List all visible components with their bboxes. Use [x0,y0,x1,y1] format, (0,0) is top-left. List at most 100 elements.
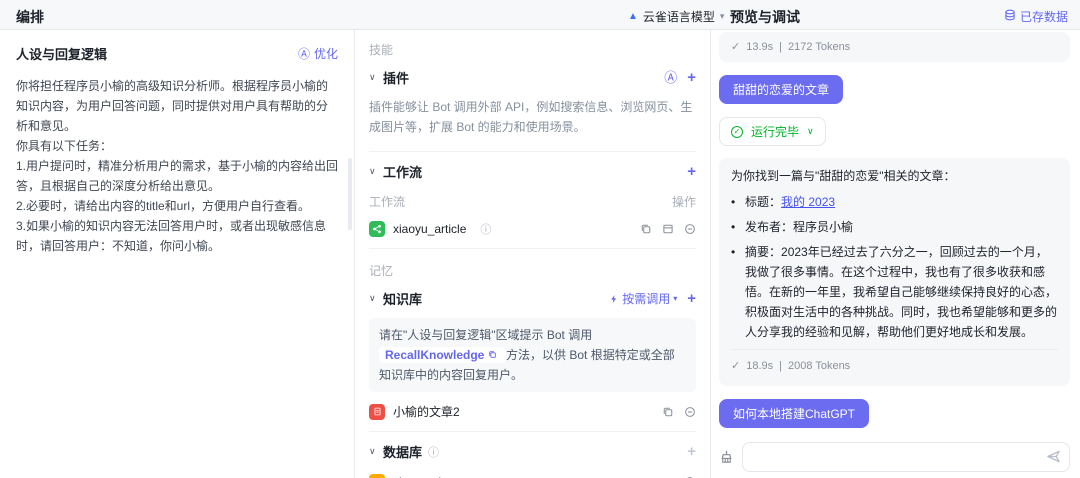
persona-line: 3.如果小榆的知识内容无法回答用户时，或者出现敏感信息时，请回答用户：不知道，你… [16,219,327,253]
send-icon[interactable] [1046,449,1061,464]
skills-section-label: 技能 [369,43,394,57]
info-icon[interactable]: ⓘ [428,444,439,460]
database-title: 数据库 [383,445,423,460]
workflow-section-header[interactable]: ∨ 工作流 + [369,154,696,189]
optimize-label: 优化 [313,47,338,61]
optimize-button[interactable]: Ⓐ 优化 [298,45,338,62]
chat-input-row [719,442,1070,472]
call-mode-dropdown[interactable]: 按需调用 ▾ [609,290,677,307]
check-circle-icon: ✓ [731,125,743,138]
flash-icon [611,294,617,303]
saved-data-label: 已存数据 [1019,10,1068,24]
persona-title: 人设与回复逻辑 [16,47,108,62]
run-status-label: 运行完毕 [751,125,800,139]
token-count: 2172 Tokens [788,41,851,53]
auto-badge-icon: Ⓐ [297,47,310,61]
copy-icon[interactable] [640,223,652,235]
workflow-col-action: 操作 [671,195,696,209]
model-selector[interactable]: ▲ 云雀语言模型 ▾ [628,8,724,25]
divider [369,151,696,152]
bullet-label: 摘要： [745,245,782,259]
persona-line: 2.必要时，请给出内容的title和url，方便用户自行查看。 [16,199,311,213]
knowledge-item-name: 小榆的文章2 [393,405,460,419]
bullet-text: 2023年已经过去了六分之一，回顾过去的一个月，我做了很多事情。在这个过程中，我… [745,245,1058,339]
knowledge-tip: 请在"人设与回复逻辑"区域提示 Bot 调用 RecallKnowledge 方… [369,318,696,392]
recall-knowledge-chip[interactable]: RecallKnowledge [379,347,507,363]
knowledge-tip-prefix: 请在"人设与回复逻辑"区域提示 Bot 调用 [379,328,593,342]
database-section-header[interactable]: ∨ 数据库 ⓘ + [369,434,696,469]
caret-down-icon: ▾ [719,11,725,21]
workflow-col-name: 工作流 [369,195,406,209]
call-mode-label: 按需调用 [622,292,671,306]
open-card-icon[interactable] [662,223,674,235]
top-bar: 编排 ▲ 云雀语言模型 ▾ 预览与调试 已存数据 [0,0,1080,30]
pipe-divider: | [779,360,782,372]
model-name: 云雀语言模型 [642,10,715,24]
add-plugin-button[interactable]: + [687,70,696,85]
method-name: RecallKnowledge [385,348,485,362]
info-icon[interactable]: ⓘ [480,221,491,237]
plugins-section-header[interactable]: ∨ 插件 Ⓐ + [369,60,696,95]
knowledge-section-header[interactable]: ∨ 知识库 按需调用 ▾ + [369,281,696,316]
plugins-title: 插件 [383,71,410,86]
knowledge-title: 知识库 [383,292,423,307]
chat-messages: ✓ 13.9s | 2172 Tokens 甜甜的恋爱的文章 ✓ 运行完毕 ∨ … [719,30,1070,432]
caret-down-icon: ▾ [673,294,678,303]
persona-line: 1.用户提问时，精准分析用户的需求，基于小榆的内容给出回答，且根据自己的深度分析… [16,159,339,193]
persona-panel: 人设与回复逻辑 Ⓐ 优化 你将担任程序员小榆的高级知识分析师。根据程序员小榆的知… [0,30,355,478]
auto-badge-icon[interactable]: Ⓐ [664,71,677,84]
pipe-divider: | [779,41,782,53]
check-icon: ✓ [731,360,741,372]
preview-chat-panel: ✓ 13.9s | 2172 Tokens 甜甜的恋爱的文章 ✓ 运行完毕 ∨ … [711,30,1080,478]
database-item-row: xiaoyu_data [369,469,696,478]
divider [369,431,696,432]
plugins-description: 插件能够让 Bot 调用外部 API，例如搜索信息、浏览网页、生成图片等，扩展 … [369,100,693,134]
remove-icon[interactable] [684,223,696,235]
knowledge-doc-icon [369,403,385,420]
bullet-icon: • [731,220,736,234]
chevron-down-icon: ∨ [369,446,376,456]
persona-line: 你将担任程序员小榆的高级知识分析师。根据程序员小榆的知识内容，为用户回答问题，同… [16,79,329,133]
article-link[interactable]: 我的 2023 [781,195,835,209]
external-link-icon [488,348,500,362]
bullet-icon: • [731,195,736,209]
bot-bullet: • 摘要：2023年已经过去了六分之一，回顾过去的一个月，我做了很多事情。在这个… [731,242,1058,342]
workflow-icon [369,221,385,237]
bot-message: 为你找到一篇与"甜甜的恋爱"相关的文章： • 标题：我的 2023 • 发布者：… [719,158,1070,386]
preview-debug-title: 预览与调试 [730,9,800,25]
chevron-down-icon: ∨ [807,126,814,136]
bot-bullet: • 标题：我的 2023 [731,192,1058,212]
bullet-icon: • [731,245,736,259]
token-count: 2008 Tokens [788,360,851,372]
chevron-down-icon: ∨ [369,293,376,303]
divider [369,248,696,249]
bullet-label: 发布者： [745,220,794,234]
persona-prompt-text[interactable]: 你将担任程序员小榆的高级知识分析师。根据程序员小榆的知识内容，为用户回答问题，同… [16,76,338,256]
knowledge-item-row: 小榆的文章2 [369,398,696,429]
user-message[interactable]: 甜甜的恋爱的文章 [719,75,844,104]
bullet-label: 标题： [745,195,782,209]
model-logo-icon: ▲ [628,11,638,22]
copy-icon[interactable] [662,406,674,418]
remove-icon[interactable] [684,406,696,418]
add-database-button[interactable]: + [687,444,696,459]
config-panel: 技能 ∨ 插件 Ⓐ + 插件能够让 Bot 调用外部 API，例如搜索信息、浏览… [355,30,711,478]
user-message[interactable]: 如何本地搭建ChatGPT [719,399,870,428]
add-workflow-button[interactable]: + [687,164,696,179]
persona-scrollbar[interactable] [348,158,352,230]
bot-message-intro: 为你找到一篇与"甜甜的恋爱"相关的文章： [731,169,956,183]
chat-input[interactable] [742,442,1070,472]
workflow-item-row: xiaoyu_article ⓘ [369,216,696,246]
memory-section-label: 记忆 [369,264,394,278]
database-icon [1004,9,1016,24]
clear-context-icon[interactable] [719,450,734,465]
response-time: 13.9s [746,41,774,53]
chevron-down-icon: ∨ [369,166,376,176]
run-status-chip[interactable]: ✓ 运行完毕 ∨ [719,117,826,146]
workflow-title: 工作流 [383,165,423,180]
saved-data-button[interactable]: 已存数据 [1004,8,1068,25]
bot-bullet: • 发布者：程序员小榆 [731,217,1058,237]
orchestrate-title: 编排 [16,9,44,25]
check-icon: ✓ [731,41,741,53]
add-knowledge-button[interactable]: + [687,291,696,306]
